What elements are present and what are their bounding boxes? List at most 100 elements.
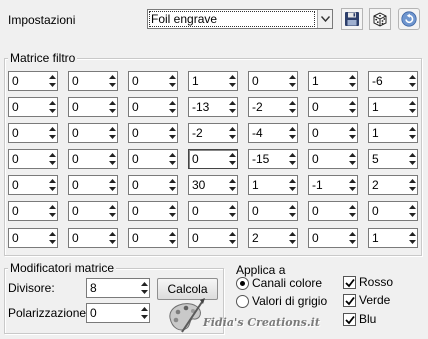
matrix-cell-r3-c5[interactable]: -4 [248, 123, 298, 143]
matrix-cell-spinner[interactable] [228, 151, 237, 167]
matrix-cell-r7-c5[interactable]: 2 [248, 228, 298, 248]
matrix-cell-r6-c5[interactable]: 0 [248, 201, 298, 221]
matrix-cell-spinner[interactable] [408, 125, 417, 141]
matrix-cell-spinner[interactable] [228, 73, 237, 89]
matrix-cell-spinner[interactable] [228, 125, 237, 141]
matrix-cell-spinner[interactable] [48, 177, 57, 193]
matrix-cell-spinner[interactable] [288, 73, 297, 89]
matrix-cell-r4-c6[interactable]: 0 [308, 149, 358, 169]
matrix-cell-spinner[interactable] [408, 73, 417, 89]
matrix-cell-spinner[interactable] [108, 151, 117, 167]
matrix-cell-r2-c6[interactable]: 0 [308, 97, 358, 117]
matrix-cell-r5-c6[interactable]: -1 [308, 175, 358, 195]
matrix-cell-spinner[interactable] [168, 230, 177, 246]
matrix-cell-r1-c1[interactable]: 0 [8, 71, 58, 91]
matrix-cell-r7-c7[interactable]: 1 [368, 228, 418, 248]
bias-input[interactable]: 0 [86, 303, 150, 323]
matrix-cell-spinner[interactable] [228, 203, 237, 219]
matrix-cell-spinner[interactable] [228, 177, 237, 193]
matrix-cell-spinner[interactable] [348, 73, 357, 89]
matrix-cell-r6-c7[interactable]: 0 [368, 201, 418, 221]
matrix-cell-spinner[interactable] [408, 99, 417, 115]
matrix-cell-spinner[interactable] [348, 151, 357, 167]
matrix-cell-r7-c1[interactable]: 0 [8, 228, 58, 248]
matrix-cell-r3-c4[interactable]: -2 [188, 123, 238, 143]
matrix-cell-r2-c3[interactable]: 0 [128, 97, 178, 117]
matrix-cell-r5-c7[interactable]: 2 [368, 175, 418, 195]
matrix-cell-r6-c4[interactable]: 0 [188, 201, 238, 221]
matrix-cell-spinner[interactable] [288, 151, 297, 167]
matrix-cell-spinner[interactable] [108, 203, 117, 219]
matrix-cell-r5-c1[interactable]: 0 [8, 175, 58, 195]
matrix-cell-r1-c4[interactable]: 1 [188, 71, 238, 91]
matrix-cell-spinner[interactable] [408, 203, 417, 219]
matrix-cell-r4-c5[interactable]: -15 [248, 149, 298, 169]
matrix-cell-r3-c6[interactable]: 0 [308, 123, 358, 143]
bias-spinner[interactable] [140, 305, 149, 321]
matrix-cell-r2-c5[interactable]: -2 [248, 97, 298, 117]
matrix-cell-r5-c5[interactable]: 1 [248, 175, 298, 195]
matrix-cell-r1-c6[interactable]: 1 [308, 71, 358, 91]
matrix-cell-r2-c1[interactable]: 0 [8, 97, 58, 117]
matrix-cell-r6-c2[interactable]: 0 [68, 201, 118, 221]
matrix-cell-spinner[interactable] [168, 125, 177, 141]
matrix-cell-spinner[interactable] [108, 99, 117, 115]
matrix-cell-r1-c2[interactable]: 0 [68, 71, 118, 91]
matrix-cell-r6-c1[interactable]: 0 [8, 201, 58, 221]
matrix-cell-r2-c2[interactable]: 0 [68, 97, 118, 117]
divisor-input[interactable]: 8 [86, 278, 150, 298]
matrix-cell-r5-c4[interactable]: 30 [188, 175, 238, 195]
matrix-cell-spinner[interactable] [48, 151, 57, 167]
matrix-cell-r4-c2[interactable]: 0 [68, 149, 118, 169]
matrix-cell-spinner[interactable] [48, 99, 57, 115]
matrix-cell-r4-c1[interactable]: 0 [8, 149, 58, 169]
matrix-cell-spinner[interactable] [228, 230, 237, 246]
chevron-down-icon[interactable] [317, 10, 332, 28]
randomize-button[interactable] [369, 8, 391, 30]
reset-button[interactable] [398, 8, 420, 30]
matrix-cell-spinner[interactable] [348, 230, 357, 246]
matrix-cell-r3-c3[interactable]: 0 [128, 123, 178, 143]
matrix-cell-spinner[interactable] [408, 230, 417, 246]
matrix-cell-spinner[interactable] [48, 125, 57, 141]
matrix-cell-spinner[interactable] [168, 203, 177, 219]
matrix-cell-r6-c6[interactable]: 0 [308, 201, 358, 221]
matrix-cell-spinner[interactable] [48, 230, 57, 246]
matrix-cell-r2-c7[interactable]: 1 [368, 97, 418, 117]
matrix-cell-r7-c4[interactable]: 0 [188, 228, 238, 248]
matrix-cell-r1-c5[interactable]: 0 [248, 71, 298, 91]
matrix-cell-spinner[interactable] [48, 203, 57, 219]
matrix-cell-spinner[interactable] [288, 203, 297, 219]
matrix-cell-spinner[interactable] [348, 203, 357, 219]
matrix-cell-spinner[interactable] [348, 125, 357, 141]
matrix-cell-r4-c3[interactable]: 0 [128, 149, 178, 169]
divisor-spinner[interactable] [140, 280, 149, 296]
matrix-cell-r7-c6[interactable]: 0 [308, 228, 358, 248]
matrix-cell-spinner[interactable] [348, 99, 357, 115]
matrix-cell-r5-c2[interactable]: 0 [68, 175, 118, 195]
matrix-cell-r7-c3[interactable]: 0 [128, 228, 178, 248]
radio-grayscale[interactable] [236, 295, 249, 308]
matrix-cell-spinner[interactable] [168, 177, 177, 193]
matrix-cell-spinner[interactable] [408, 177, 417, 193]
matrix-cell-spinner[interactable] [288, 99, 297, 115]
matrix-cell-r3-c7[interactable]: 1 [368, 123, 418, 143]
red-checkbox[interactable] [343, 276, 356, 289]
matrix-cell-spinner[interactable] [408, 151, 417, 167]
matrix-cell-r6-c3[interactable]: 0 [128, 201, 178, 221]
matrix-cell-r5-c3[interactable]: 0 [128, 175, 178, 195]
matrix-cell-spinner[interactable] [288, 125, 297, 141]
matrix-cell-r4-c4[interactable]: 0 [188, 149, 238, 169]
matrix-cell-spinner[interactable] [348, 177, 357, 193]
matrix-cell-r1-c3[interactable]: 0 [128, 71, 178, 91]
matrix-cell-r2-c4[interactable]: -13 [188, 97, 238, 117]
matrix-cell-r3-c1[interactable]: 0 [8, 123, 58, 143]
matrix-cell-spinner[interactable] [48, 73, 57, 89]
matrix-cell-spinner[interactable] [168, 99, 177, 115]
save-preset-button[interactable] [341, 8, 363, 30]
matrix-cell-r1-c7[interactable]: -6 [368, 71, 418, 91]
matrix-cell-spinner[interactable] [108, 73, 117, 89]
matrix-cell-r7-c2[interactable]: 0 [68, 228, 118, 248]
matrix-cell-spinner[interactable] [288, 177, 297, 193]
blue-checkbox[interactable] [343, 313, 356, 326]
